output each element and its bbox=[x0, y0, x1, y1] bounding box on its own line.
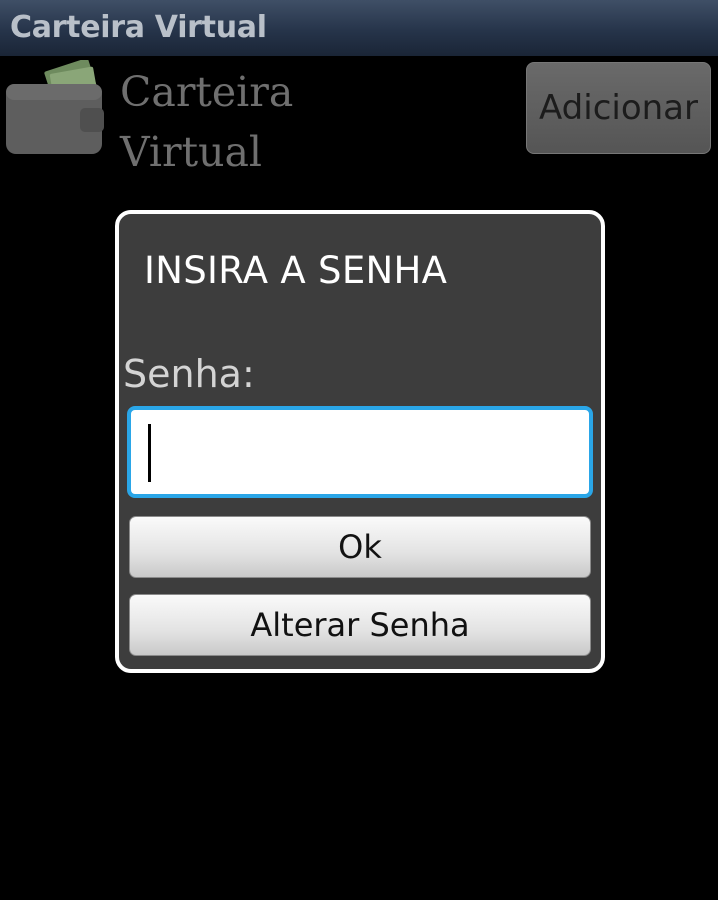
wallet-icon bbox=[4, 58, 106, 160]
ok-button[interactable]: Ok bbox=[129, 516, 591, 578]
password-dialog: INSIRA A SENHA Senha: Ok Alterar Senha bbox=[115, 210, 605, 673]
title-bar: Carteira Virtual bbox=[0, 0, 718, 56]
app-name: Carteira Virtual bbox=[120, 62, 293, 182]
text-caret bbox=[148, 424, 151, 482]
change-password-button[interactable]: Alterar Senha bbox=[129, 594, 591, 656]
password-input[interactable] bbox=[127, 406, 593, 498]
add-button[interactable]: Adicionar bbox=[526, 62, 711, 154]
dialog-title: INSIRA A SENHA bbox=[144, 249, 448, 292]
password-label: Senha: bbox=[123, 352, 255, 396]
app-name-line-2: Virtual bbox=[120, 128, 263, 176]
app-name-line-1: Carteira bbox=[120, 68, 294, 116]
window-title: Carteira Virtual bbox=[10, 10, 267, 45]
